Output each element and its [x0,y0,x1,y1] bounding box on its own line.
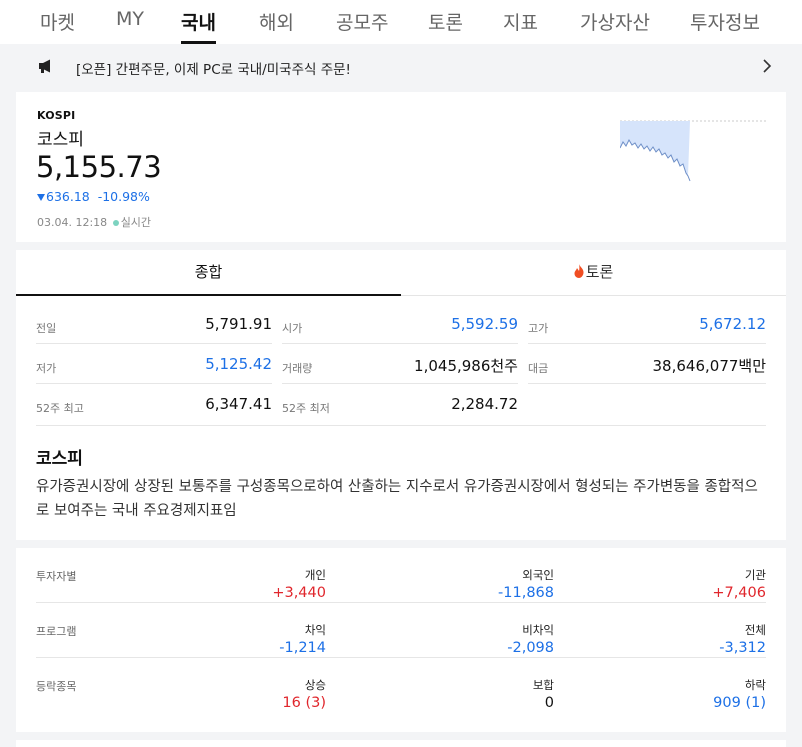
col-value: 16 (3) [282,695,326,711]
change-value: 636.18 [46,189,90,204]
stat-52w-high: 52주 최고 6,347.41 [36,384,272,424]
notice-banner[interactable]: [오픈] 간편주문, 이제 PC로 국내/미국주식 주문! [16,45,786,89]
investor-institution: 기관 +7,406 [712,567,766,601]
update-time: 03.04. 12:18 실시간 [37,214,151,230]
tab-discussion-sub[interactable]: 토론 [401,250,786,296]
col-value: -11,868 [498,585,554,601]
detail-sub-tabs: 종합 토론 [16,250,786,296]
stat-value: 6,347.41 [205,395,272,413]
col-label: 상승 [304,678,326,692]
stat-value: 1,045,986천주 [414,357,518,375]
investor-trends-card: 투자자별 개인 +3,440 외국인 -11,868 기관 +7,406 프로그… [16,548,786,732]
program-row: 프로그램 차익 -1,214 비차익 -2,098 전체 -3,312 [36,603,766,658]
program-non-arbitrage: 비차익 -2,098 [507,622,554,656]
col-value: -2,098 [507,640,554,656]
col-value: 909 (1) [713,695,766,711]
intraday-mini-chart[interactable] [620,118,766,184]
col-label: 보합 [532,678,554,692]
stat-value: 5,125.42 [205,355,272,373]
description-body: 유가증권시장에 상장된 보통주를 구성종목으로하여 산출하는 지수로서 유가증권… [36,479,758,519]
stat-label: 전일 [36,322,57,335]
col-label: 외국인 [522,568,554,582]
col-label: 비차익 [522,623,554,637]
row-header: 투자자별 [36,570,77,583]
stats-row: 52주 최고 6,347.41 52주 최저 2,284.72 [36,384,766,424]
stat-value: 5,791.91 [205,315,272,333]
col-label: 개인 [304,568,326,582]
col-value: -3,312 [719,640,766,656]
advancers: 상승 16 (3) [282,677,326,711]
chevron-right-icon [763,59,772,73]
stat-label: 저가 [36,362,57,375]
notice-text: [오픈] 간편주문, 이제 PC로 국내/미국주식 주문! [76,62,351,78]
change-percent: -10.98% [97,189,150,204]
index-name: 코스피 [37,130,84,150]
stat-low: 저가 5,125.42 [36,344,272,384]
col-value: +7,406 [712,585,766,601]
program-arbitrage: 차익 -1,214 [279,622,326,656]
stat-value: 5,672.12 [699,315,766,333]
realtime-label: 실시간 [120,216,152,229]
col-value: 0 [544,695,554,711]
tab-market[interactable]: 마켓 [40,8,75,44]
tab-domestic[interactable]: 국내 [181,8,216,44]
top-nav: 마켓 MY 국내 해외 공모주 토론 지표 가상자산 투자정보 [0,0,802,44]
tab-invest-info[interactable]: 투자정보 [690,8,760,44]
tab-my[interactable]: MY [116,8,144,44]
index-change: 636.18 -10.98% [37,189,150,204]
stat-label: 시가 [282,322,303,335]
col-value: -1,214 [279,640,326,656]
row-header: 등락종목 [36,680,77,693]
stat-label: 52주 최고 [36,402,84,415]
stat-value: 38,646,077백만 [652,357,766,375]
advance-decline-row: 등락종목 상승 16 (3) 보합 0 하락 909 (1) [36,658,766,713]
down-triangle-icon [37,194,45,201]
stat-prev-close: 전일 5,791.91 [36,304,272,344]
index-price: 5,155.73 [36,150,162,184]
investor-individual: 개인 +3,440 [272,567,326,601]
decliners: 하락 909 (1) [713,677,766,711]
timestamp: 03.04. 12:18 [37,216,108,229]
stat-52w-low: 52주 최저 2,284.72 [282,384,518,424]
index-summary-card: KOSPI 코스피 5,155.73 636.18 -10.98% 03.04.… [16,92,786,242]
divider [36,425,766,426]
stat-label: 52주 최저 [282,402,330,415]
investor-row: 투자자별 개인 +3,440 외국인 -11,868 기관 +7,406 [36,548,766,603]
next-card-edge [16,740,786,747]
tab-crypto[interactable]: 가상자산 [580,8,650,44]
stat-label: 고가 [528,322,549,335]
stat-value: 5,592.59 [451,315,518,333]
program-total: 전체 -3,312 [719,622,766,656]
megaphone-icon [39,59,50,73]
tab-overseas[interactable]: 해외 [259,8,294,44]
stat-open: 시가 5,592.59 [282,304,518,344]
row-header: 프로그램 [36,625,77,638]
tab-discussion-label: 토론 [585,263,614,281]
col-label: 전체 [744,623,766,637]
stats-row: 저가 5,125.42 거래량 1,045,986천주 대금 38,646,07… [36,344,766,384]
stat-label: 거래량 [282,362,313,375]
col-label: 기관 [744,568,766,582]
tab-ipo[interactable]: 공모주 [336,8,388,44]
col-label: 차익 [304,623,326,637]
investor-foreign: 외국인 -11,868 [498,567,554,601]
col-value: +3,440 [272,585,326,601]
index-code: KOSPI [37,109,76,122]
intraday-area [620,121,690,176]
stat-amount: 대금 38,646,077백만 [528,344,766,384]
stat-volume: 거래량 1,045,986천주 [282,344,518,384]
stat-high: 고가 5,672.12 [528,304,766,344]
index-detail-card: 종합 토론 전일 5,791.91 시가 5,592.59 고가 5,672.1… [16,250,786,540]
unchanged: 보합 0 [533,677,554,711]
tab-summary[interactable]: 종합 [16,250,401,296]
realtime-dot-icon [112,219,119,226]
stats-row: 전일 5,791.91 시가 5,592.59 고가 5,672.12 [36,304,766,344]
stat-label: 대금 [528,362,549,375]
tab-discussion[interactable]: 토론 [428,8,463,44]
stat-value: 2,284.72 [451,395,518,413]
tab-indicators[interactable]: 지표 [503,8,538,44]
flame-icon [574,264,584,278]
col-label: 하락 [744,678,766,692]
description-title: 코스피 [36,449,83,469]
